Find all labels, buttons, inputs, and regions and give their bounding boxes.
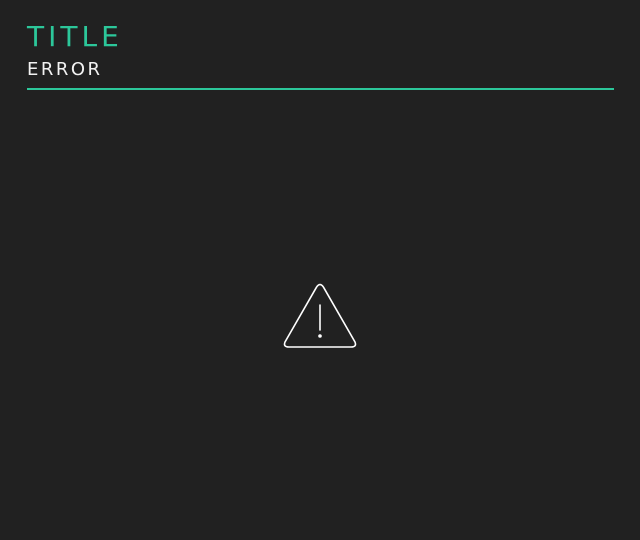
error-subtitle: ERROR	[27, 59, 103, 80]
warning-icon	[283, 283, 357, 348]
error-panel: TITLE ERROR	[0, 0, 640, 540]
panel-header: TITLE ERROR	[27, 20, 614, 90]
page-title: TITLE	[27, 20, 123, 53]
header-divider	[27, 88, 614, 90]
